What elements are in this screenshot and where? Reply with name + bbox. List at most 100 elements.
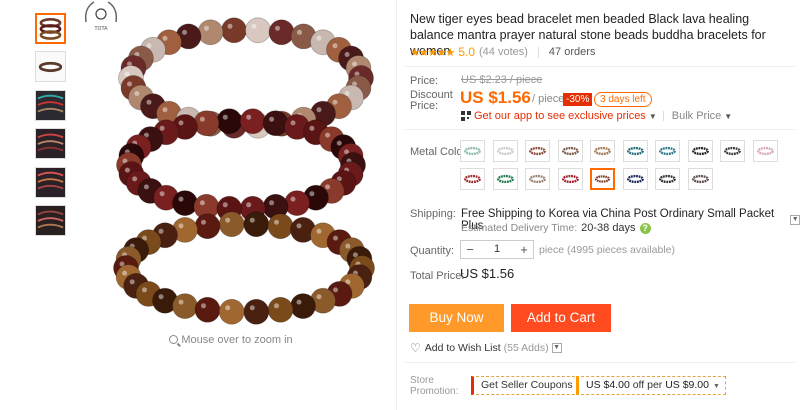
bead <box>284 190 310 217</box>
bead <box>221 17 247 44</box>
color-swatch[interactable] <box>460 168 485 190</box>
color-swatch[interactable] <box>460 140 485 162</box>
bead-highlight <box>178 196 184 202</box>
rating-stars-icon[interactable]: ★★★★★ <box>410 46 455 59</box>
watermark-text: TOTA <box>93 26 108 32</box>
bead-highlight <box>182 29 187 35</box>
thumbnail-3[interactable] <box>35 90 66 121</box>
color-swatch[interactable] <box>622 140 648 162</box>
bead-highlight <box>290 120 296 126</box>
bead-highlight <box>162 107 168 113</box>
divider <box>405 362 795 363</box>
total-price-label: Total Price: <box>410 270 465 282</box>
add-to-wishlist-link[interactable]: Add to Wish List <box>425 342 501 354</box>
vote-count[interactable]: (44 votes) <box>479 46 528 58</box>
color-swatch[interactable] <box>525 168 550 190</box>
bead-highlight <box>296 299 302 305</box>
app-offer-link[interactable]: Get our app to see exclusive prices <box>474 110 646 122</box>
wishlist-row[interactable]: ♡ Add to Wish List (55 Adds) ▼ <box>410 341 562 355</box>
bead-highlight <box>345 243 351 249</box>
quantity-input[interactable]: 1 <box>479 241 515 258</box>
thumbnail-1[interactable] <box>35 13 66 44</box>
bead-highlight <box>249 217 255 223</box>
panel-divider <box>396 0 397 410</box>
bead-highlight <box>332 43 338 49</box>
thumbnail-5[interactable] <box>35 167 66 198</box>
quantity-decrease-button[interactable]: − <box>461 241 479 258</box>
bulk-price-link[interactable]: Bulk Price <box>672 110 722 122</box>
store-promotion-label-2: Promotion: <box>410 386 459 397</box>
bead-highlight <box>316 107 322 113</box>
total-price: US $1.56 <box>460 266 515 281</box>
bead-highlight <box>344 52 350 57</box>
color-swatch[interactable] <box>655 140 680 162</box>
thumbnail-6[interactable] <box>35 205 66 236</box>
thumbnail-2[interactable] <box>35 51 66 82</box>
chevron-down-icon[interactable]: ▼ <box>790 215 800 225</box>
color-swatch[interactable] <box>557 168 583 190</box>
bead-highlight <box>158 294 164 300</box>
buy-now-button[interactable]: Buy Now <box>409 304 504 332</box>
bead-highlight <box>201 219 206 225</box>
help-icon[interactable]: ? <box>639 222 651 234</box>
bead <box>216 108 243 135</box>
color-swatch[interactable] <box>492 140 518 162</box>
bead-highlight <box>199 200 205 206</box>
bead <box>290 293 316 320</box>
bead-highlight <box>269 200 275 206</box>
bead-highlight <box>309 125 315 131</box>
bead-highlight <box>325 132 331 138</box>
bead-highlight <box>309 191 315 197</box>
bead-highlight <box>159 125 165 131</box>
bead-highlight <box>201 303 206 309</box>
color-swatch[interactable] <box>687 168 713 190</box>
color-swatch[interactable] <box>720 140 745 162</box>
bead-highlight <box>124 71 130 77</box>
color-swatch[interactable] <box>590 140 615 162</box>
main-product-image[interactable]: TOTA <box>76 0 386 330</box>
chevron-down-icon[interactable]: ▼ <box>551 343 562 353</box>
color-swatch[interactable] <box>557 140 583 162</box>
seller-coupons-button[interactable]: Get Seller Coupons▼ <box>471 376 590 395</box>
bead-highlight <box>129 279 135 285</box>
heart-icon[interactable]: ♡ <box>410 341 421 355</box>
bead-highlight <box>142 287 147 293</box>
bead <box>268 19 295 46</box>
delivery-time-label: Estimated Delivery Time: <box>461 222 578 234</box>
bead <box>194 213 221 240</box>
discount-badge: -30% <box>563 93 593 106</box>
color-swatch[interactable] <box>525 140 550 162</box>
color-swatch[interactable] <box>590 168 615 190</box>
chevron-down-icon[interactable]: ▼ <box>649 112 657 121</box>
color-swatch[interactable] <box>752 140 778 162</box>
bead-highlight <box>251 23 257 29</box>
bead-highlight <box>316 228 322 234</box>
bead-highlight <box>316 35 322 41</box>
bead-highlight <box>249 305 255 311</box>
store-discount-coupon[interactable]: US $4.00 off per US $9.00 ▼ <box>576 376 726 395</box>
bead-highlight <box>227 23 233 29</box>
bead-highlight <box>143 184 149 190</box>
thumbnail-4[interactable] <box>35 128 66 159</box>
bead <box>194 296 221 323</box>
bead-highlight <box>352 61 357 67</box>
bead <box>172 190 198 217</box>
quantity-increase-button[interactable]: + <box>515 241 533 258</box>
color-swatch[interactable] <box>655 168 680 190</box>
bead-highlight <box>290 196 296 202</box>
bead-highlight <box>225 217 231 223</box>
bead-highlight <box>225 305 231 311</box>
divider <box>405 129 795 130</box>
app-offer-row: Get our app to see exclusive prices ▼ Bu… <box>461 110 738 122</box>
bead-highlight <box>246 202 252 208</box>
color-swatch[interactable] <box>622 168 648 190</box>
color-swatch[interactable] <box>687 140 713 162</box>
original-price: US $2.23 / piece <box>461 74 543 86</box>
add-to-cart-button[interactable]: Add to Cart <box>511 304 611 332</box>
delivery-days: 20-38 days <box>581 222 636 234</box>
bead <box>245 17 271 44</box>
chevron-down-icon[interactable]: ▼ <box>724 112 732 121</box>
color-swatch[interactable] <box>492 168 518 190</box>
rating-score: 5.0 <box>458 45 475 59</box>
bead-highlight <box>333 235 338 241</box>
